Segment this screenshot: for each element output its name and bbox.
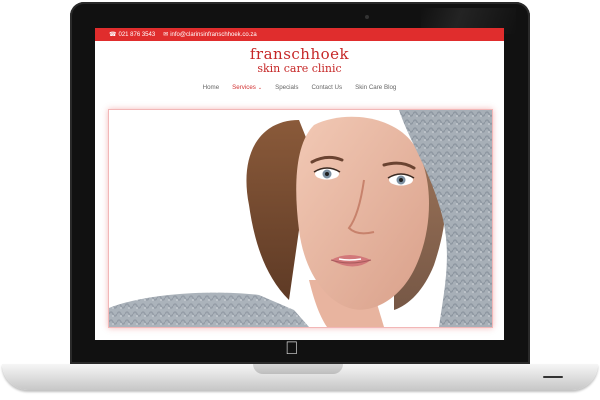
nav-item-specials[interactable]: Specials — [275, 84, 298, 91]
main-nav: Home Services ⌄ Specials Contact Us Skin… — [95, 84, 504, 91]
envelope-icon: ✉ — [163, 32, 169, 38]
phone-number: 021 876 3543 — [118, 31, 156, 38]
nav-label: Services — [232, 84, 256, 91]
nav-item-skin-care-blog[interactable]: Skin Care Blog — [355, 84, 396, 91]
nav-label: Specials — [275, 84, 299, 91]
phone-icon: ☎ — [109, 32, 117, 38]
chevron-down-icon: ⌄ — [257, 84, 263, 91]
apple-logo-icon:  — [285, 339, 299, 357]
webcam — [365, 15, 369, 19]
hero-banner — [108, 109, 493, 328]
email-link[interactable]: ✉ info@clarinsinfranschhoek.co.za — [163, 31, 257, 39]
contact-bar: ☎ 021 876 3543 ✉ info@clarinsinfranschho… — [95, 28, 504, 41]
site-logo[interactable]: franschhoek skin care clinic — [95, 45, 504, 75]
nav-label: Skin Care Blog — [355, 84, 397, 91]
nav-item-services[interactable]: Services ⌄ — [232, 84, 262, 91]
phone-link[interactable]: ☎ 021 876 3543 — [109, 31, 156, 39]
sleep-indicator-light — [543, 376, 563, 378]
logo-line-1: franschhoek — [249, 45, 350, 63]
nav-item-home[interactable]: Home — [203, 84, 220, 91]
nav-label: Contact Us — [311, 84, 343, 91]
logo-line-2: skin care clinic — [257, 62, 342, 75]
hero-portrait-image — [109, 110, 492, 327]
laptop-screen: ☎ 021 876 3543 ✉ info@clarinsinfranschho… — [95, 28, 504, 340]
nav-label: Home — [202, 84, 220, 91]
email-address: info@clarinsinfranschhoek.co.za — [170, 31, 257, 38]
nav-item-contact-us[interactable]: Contact Us — [311, 84, 342, 91]
laptop-notch — [253, 364, 343, 374]
